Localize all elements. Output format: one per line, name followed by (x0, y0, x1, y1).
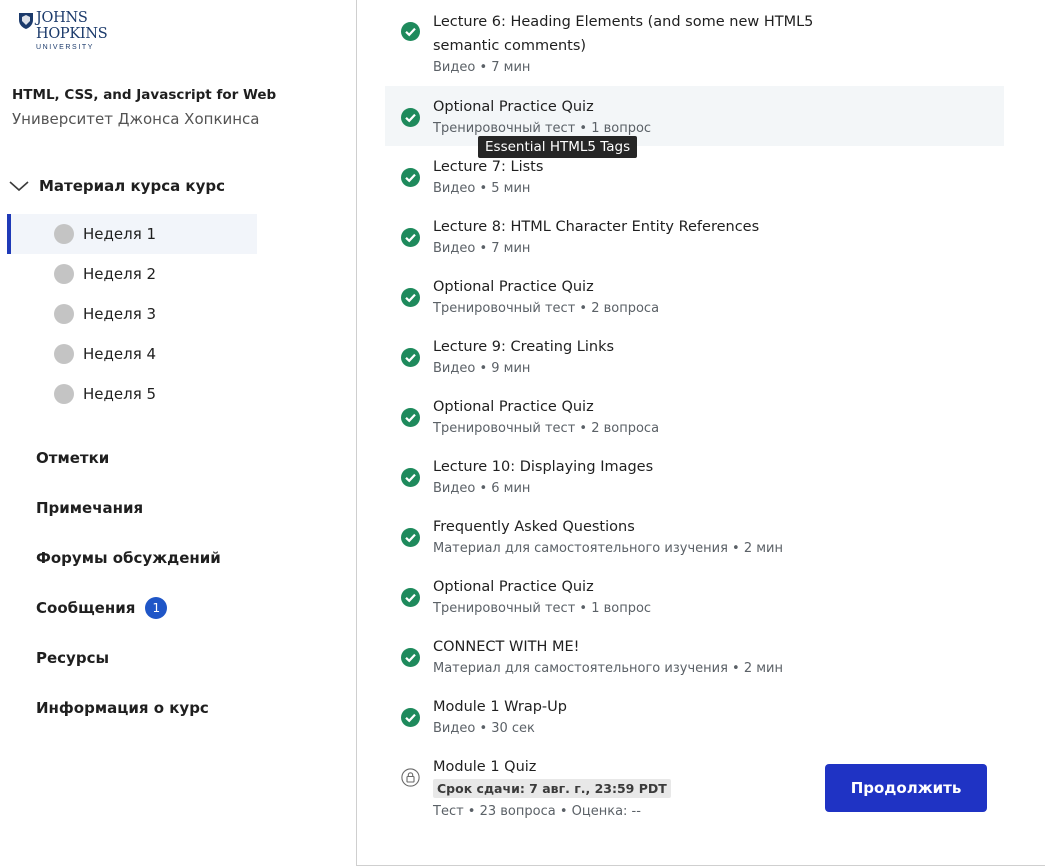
item-meta: Тренировочный тест • 2 вопроса (433, 421, 660, 436)
list-item-practice-quiz-4[interactable]: Optional Practice Quiz Тренировочный тес… (385, 566, 1004, 626)
course-title[interactable]: HTML, CSS, and Javascript for Web Develo… (12, 87, 277, 103)
sidebar-item-course-info[interactable]: Информация о курс (36, 683, 221, 733)
sidebar-item-grades[interactable]: Отметки (36, 433, 221, 483)
completed-check-icon (401, 288, 420, 307)
week-label: Неделя 1 (83, 225, 157, 243)
sidebar-item-messages[interactable]: Сообщения 1 (36, 583, 221, 633)
item-meta: Тренировочный тест • 2 вопроса (433, 301, 660, 316)
completed-check-icon (401, 588, 420, 607)
list-item-lecture-6[interactable]: Lecture 6: Heading Elements (and some ne… (385, 0, 1004, 86)
jhu-logo[interactable]: JOHNS HOPKINS UNIVERSITY (18, 10, 108, 53)
completed-check-icon (401, 528, 420, 547)
sidebar-item-resources[interactable]: Ресурсы (36, 633, 221, 683)
nav-label: Информация о курс (36, 699, 209, 717)
item-title: Optional Practice Quiz (433, 579, 594, 595)
item-title: Frequently Asked Questions (433, 519, 635, 535)
completed-check-icon (401, 708, 420, 727)
item-title: Lecture 6: Heading Elements (and some ne… (433, 14, 814, 54)
sidebar: JOHNS HOPKINS UNIVERSITY HTML, CSS, and … (0, 0, 357, 866)
week-list: Неделя 1 Неделя 2 Неделя 3 Неделя 4 Неде… (7, 214, 257, 414)
item-title: Module 1 Quiz (433, 759, 537, 775)
completed-check-icon (401, 108, 420, 127)
completed-check-icon (401, 168, 420, 187)
sidebar-item-week-2[interactable]: Неделя 2 (7, 254, 257, 294)
list-item-module-quiz[interactable]: Module 1 Quiz Срок сдачи: 7 авг. г., 23:… (385, 746, 785, 830)
item-meta: Видео • 7 мин (433, 60, 531, 75)
sidebar-item-forums[interactable]: Форумы обсуждений (36, 533, 221, 583)
completed-check-icon (401, 648, 420, 667)
item-meta: Видео • 9 мин (433, 361, 531, 376)
nav-label: Форумы обсуждений (36, 549, 221, 567)
progress-circle-icon (54, 264, 74, 284)
item-meta: Видео • 30 сек (433, 721, 535, 736)
list-item-lecture-10[interactable]: Lecture 10: Displaying Images Видео • 6 … (385, 446, 1004, 506)
week-label: Неделя 5 (83, 385, 157, 403)
shield-icon (19, 13, 33, 29)
chevron-down-icon (9, 181, 29, 192)
logo-line-2: HOPKINS (36, 26, 108, 42)
item-title: Optional Practice Quiz (433, 99, 594, 115)
item-meta: Тренировочный тест • 1 вопрос (433, 121, 652, 136)
course-material-toggle[interactable]: Материал курса курс (8, 176, 225, 196)
item-meta: Видео • 7 мин (433, 241, 531, 256)
logo-line-1: JOHNS (36, 10, 88, 26)
list-item-lecture-9[interactable]: Lecture 9: Creating Links Видео • 9 мин (385, 326, 1004, 386)
nav-label: Отметки (36, 449, 110, 467)
item-title: Lecture 9: Creating Links (433, 339, 615, 355)
list-item-faq[interactable]: Frequently Asked Questions Материал для … (385, 506, 1004, 566)
week-label: Неделя 4 (83, 345, 157, 363)
unread-count-badge: 1 (145, 597, 168, 619)
module-content: Lecture 6: Heading Elements (and some ne… (356, 0, 1045, 866)
sidebar-item-notes[interactable]: Примечания (36, 483, 221, 533)
completed-check-icon (401, 348, 420, 367)
item-meta: Материал для самостоятельного изучения •… (433, 541, 783, 556)
item-meta: Тест • 23 вопроса • Оценка: -- (433, 804, 641, 819)
nav-label: Ресурсы (36, 649, 110, 667)
list-item-practice-quiz-2[interactable]: Optional Practice Quiz Тренировочный тес… (385, 266, 1004, 326)
week-label: Неделя 3 (83, 305, 157, 323)
course-org: Университет Джонса Хопкинса (12, 110, 260, 128)
list-item-practice-quiz-3[interactable]: Optional Practice Quiz Тренировочный тес… (385, 386, 1004, 446)
sidebar-item-week-5[interactable]: Неделя 5 (7, 374, 257, 414)
progress-circle-icon (54, 384, 74, 404)
item-meta: Тренировочный тест • 1 вопрос (433, 601, 652, 616)
nav-label: Сообщения (36, 599, 136, 617)
item-title: Lecture 7: Lists (433, 159, 544, 175)
due-date-badge: Срок сдачи: 7 авг. г., 23:59 PDT (433, 779, 671, 798)
progress-circle-icon (54, 344, 74, 364)
sidebar-nav: Отметки Примечания Форумы обсуждений Соо… (36, 433, 221, 733)
completed-check-icon (401, 228, 420, 247)
sidebar-item-week-1[interactable]: Неделя 1 (7, 214, 257, 254)
progress-circle-icon (54, 224, 74, 244)
item-meta: Видео • 6 мин (433, 481, 531, 496)
week-label: Неделя 2 (83, 265, 157, 283)
sidebar-item-week-4[interactable]: Неделя 4 (7, 334, 257, 374)
completed-check-icon (401, 468, 420, 487)
item-title: CONNECT WITH ME! (433, 639, 580, 655)
list-item-lecture-8[interactable]: Lecture 8: HTML Character Entity Referen… (385, 206, 1004, 266)
list-item-wrap-up[interactable]: Module 1 Wrap-Up Видео • 30 сек (385, 686, 1004, 746)
item-meta: Материал для самостоятельного изучения •… (433, 661, 783, 676)
lock-icon (401, 768, 420, 787)
logo-line-3: UNIVERSITY (36, 44, 95, 51)
completed-check-icon (401, 408, 420, 427)
item-title: Optional Practice Quiz (433, 399, 594, 415)
item-title: Lecture 10: Displaying Images (433, 459, 654, 475)
nav-label: Примечания (36, 499, 144, 517)
completed-check-icon (401, 22, 420, 41)
list-item-connect[interactable]: CONNECT WITH ME! Материал для самостояте… (385, 626, 1004, 686)
item-title: Lecture 8: HTML Character Entity Referen… (433, 219, 760, 235)
progress-circle-icon (54, 304, 74, 324)
continue-button[interactable]: Продолжить (825, 764, 987, 812)
tooltip: Essential HTML5 Tags (478, 136, 638, 158)
sidebar-item-week-3[interactable]: Неделя 3 (7, 294, 257, 334)
course-material-label: Материал курса курс (39, 177, 226, 195)
item-title: Module 1 Wrap-Up (433, 699, 567, 715)
item-title: Optional Practice Quiz (433, 279, 594, 295)
item-meta: Видео • 5 мин (433, 181, 531, 196)
